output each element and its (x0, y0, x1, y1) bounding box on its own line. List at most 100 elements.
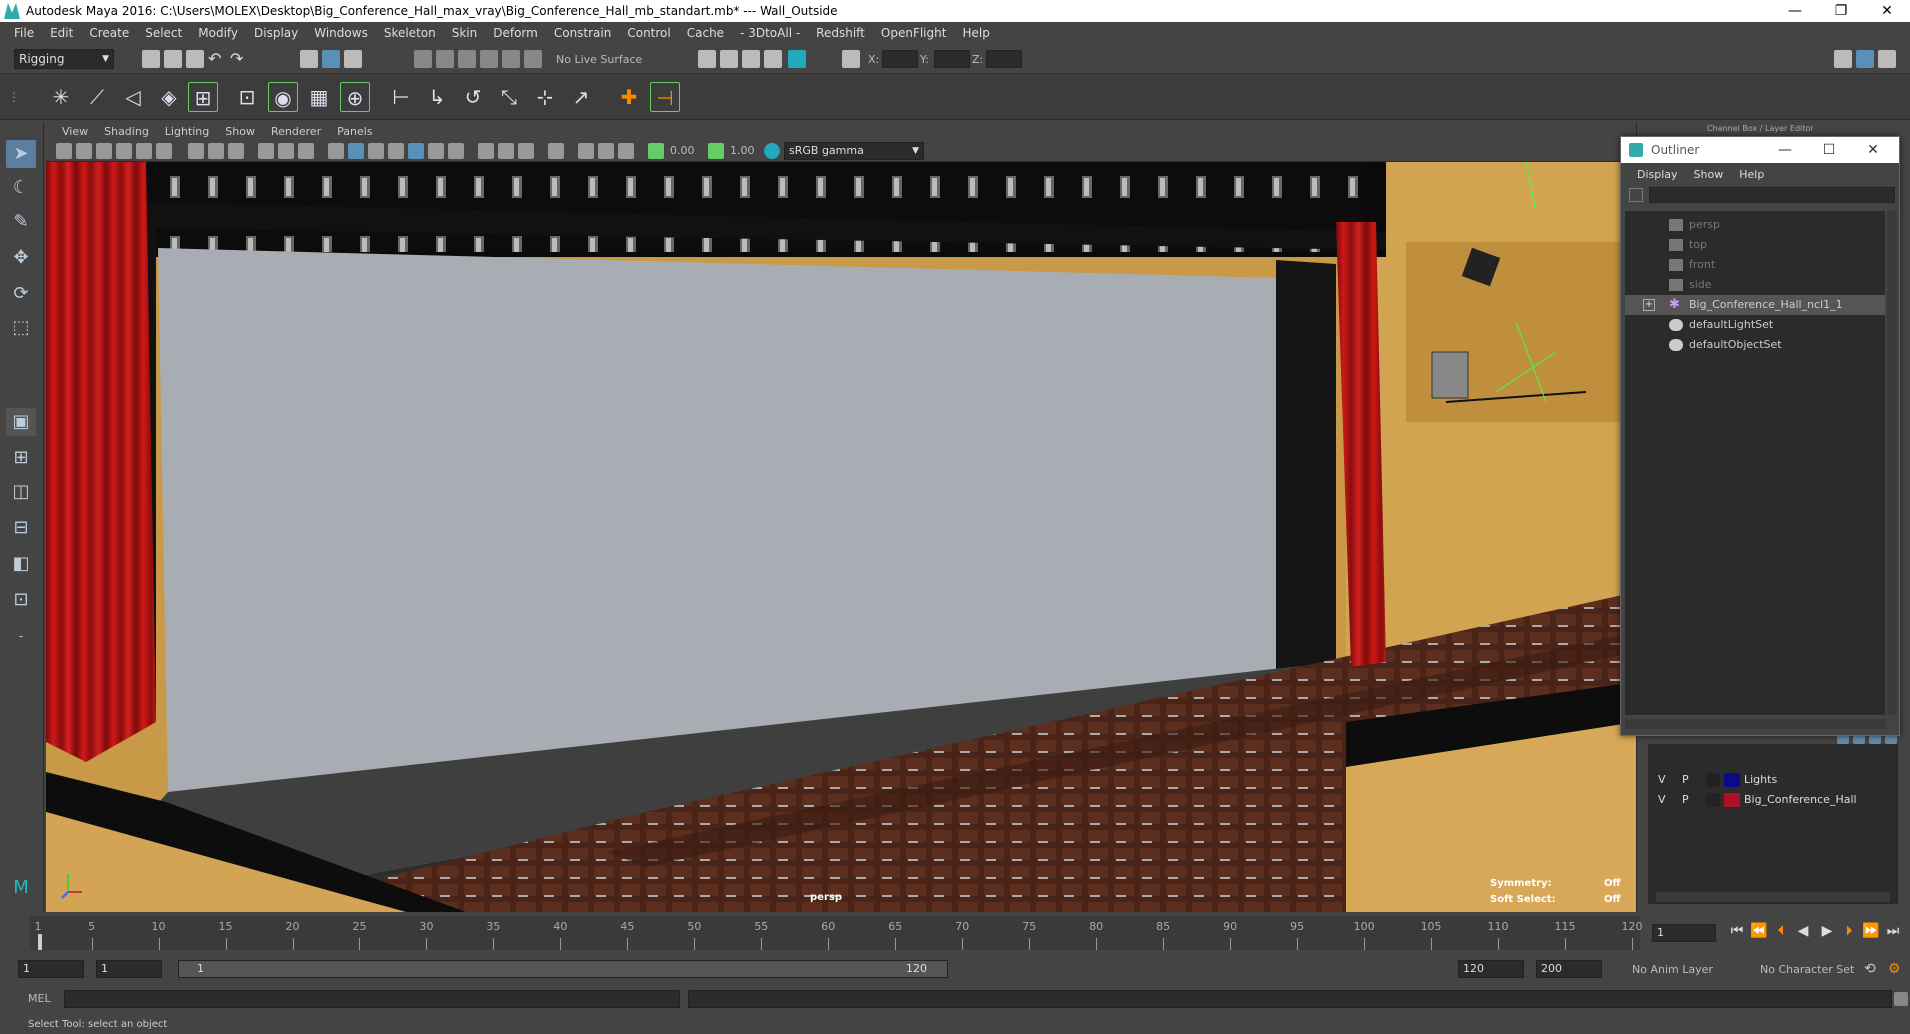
save-scene-icon[interactable] (186, 50, 204, 68)
bookmark-icon[interactable] (96, 143, 112, 159)
outliner-close-button[interactable]: ✕ (1851, 137, 1895, 163)
outliner-menu-help[interactable]: Help (1731, 168, 1772, 181)
outliner-item-front[interactable]: front (1625, 255, 1885, 275)
menu-3dtoall[interactable]: - 3DtoAll - (732, 26, 808, 40)
gate-mask-icon[interactable] (258, 143, 274, 159)
anti-aliasing-icon[interactable] (498, 143, 514, 159)
wireframe-icon[interactable] (328, 143, 344, 159)
lattice-icon[interactable]: ◉ (268, 82, 298, 112)
play-backwards-icon[interactable]: ◀ (1794, 922, 1812, 940)
grease-pencil-icon[interactable] (156, 143, 172, 159)
current-frame-field[interactable]: 1 (1652, 924, 1716, 942)
hypershade-icon[interactable] (788, 50, 806, 68)
layer-color-swatch[interactable] (1724, 793, 1740, 807)
paint-select-icon[interactable]: ✎ (6, 208, 36, 236)
outliner-item-persp[interactable]: persp (1625, 215, 1885, 235)
open-scene-icon[interactable] (164, 50, 182, 68)
snap-grid-icon[interactable] (414, 50, 432, 68)
menu-select[interactable]: Select (137, 26, 190, 40)
snap-vertex-icon[interactable] (524, 50, 542, 68)
outliner-item-top[interactable]: top (1625, 235, 1885, 255)
end-time-field[interactable]: 200 (1536, 960, 1602, 978)
xray-joints-icon[interactable] (598, 143, 614, 159)
menu-redshift[interactable]: Redshift (808, 26, 873, 40)
outliner-minimize-button[interactable]: — (1763, 137, 1807, 163)
scale-tool-icon[interactable]: ⬚ (6, 314, 36, 342)
menu-edit[interactable]: Edit (42, 26, 81, 40)
menu-deform[interactable]: Deform (485, 26, 546, 40)
script-editor-icon[interactable] (1894, 992, 1908, 1006)
use-all-lights-icon[interactable] (408, 143, 424, 159)
depth-of-field-icon[interactable] (518, 143, 534, 159)
hypershade-layout-icon[interactable]: ◧ (6, 550, 36, 578)
select-camera-icon[interactable] (56, 143, 72, 159)
menu-skeleton[interactable]: Skeleton (376, 26, 444, 40)
go-to-end-icon[interactable]: ⏭ (1884, 922, 1902, 940)
render-frame-icon[interactable] (720, 50, 738, 68)
ik-handle-icon[interactable]: ⟋ (82, 82, 112, 112)
menu-skin[interactable]: Skin (444, 26, 486, 40)
persp-outliner-layout-icon[interactable]: ◫ (6, 478, 36, 506)
restore-button[interactable]: ❐ (1818, 0, 1864, 22)
render-view-icon[interactable] (698, 50, 716, 68)
layer-visibility-toggle[interactable]: V (1658, 770, 1666, 790)
playback-start-field[interactable]: 1 (96, 960, 162, 978)
animation-prefs-icon[interactable]: ⚙ (1888, 960, 1906, 978)
vp-menu-panels[interactable]: Panels (329, 125, 380, 138)
outliner-menu-show[interactable]: Show (1686, 168, 1732, 181)
perspective-viewport[interactable]: persp Symmetry: Off Soft Select: Off (46, 162, 1636, 912)
time-slider-track[interactable]: 1 5 10 15 20 25 30 35 40 45 50 55 60 65 70 75 80 85 90 95 10… (30, 916, 1643, 950)
modeling-toolkit-icon[interactable] (1834, 50, 1852, 68)
go-to-start-icon[interactable]: ⏮ (1728, 922, 1746, 940)
outliner-item-default-light-set[interactable]: defaultLightSet (1625, 315, 1885, 335)
play-forwards-icon[interactable]: ▶ (1818, 922, 1836, 940)
grid-icon[interactable] (188, 143, 204, 159)
attribute-editor-icon[interactable] (1856, 50, 1874, 68)
menu-windows[interactable]: Windows (306, 26, 376, 40)
vp-menu-renderer[interactable]: Renderer (263, 125, 329, 138)
resolution-gate-icon[interactable] (228, 143, 244, 159)
wrap-icon[interactable]: ▦ (304, 82, 334, 112)
motion-blur-icon[interactable] (478, 143, 494, 159)
close-button[interactable]: ✕ (1864, 0, 1910, 22)
new-scene-icon[interactable] (142, 50, 160, 68)
camera-attributes-icon[interactable] (76, 143, 92, 159)
expand-icon[interactable]: + (1643, 299, 1655, 311)
start-time-field[interactable]: 1 (18, 960, 84, 978)
current-time-indicator[interactable] (38, 934, 42, 950)
tool-settings-icon[interactable] (1878, 50, 1896, 68)
menu-openflight[interactable]: OpenFlight (873, 26, 955, 40)
select-tool-icon[interactable]: ➤ (6, 140, 36, 168)
snap-point-icon[interactable] (458, 50, 476, 68)
rotate-tool-icon[interactable]: ⟳ (6, 280, 36, 308)
menuset-dropdown[interactable]: Rigging ▼ (14, 49, 114, 69)
parent-constraint-icon[interactable]: ⊢ (386, 82, 416, 112)
menu-control[interactable]: Control (619, 26, 678, 40)
outliner-horizontal-scrollbar[interactable] (1625, 719, 1885, 729)
select-object-icon[interactable] (322, 50, 340, 68)
joint-tool-icon[interactable]: ✳ (46, 82, 76, 112)
four-view-layout-icon[interactable]: ⊞ (6, 444, 36, 472)
redo-icon[interactable]: ↷ (230, 50, 248, 68)
menu-help[interactable]: Help (954, 26, 997, 40)
layer-visibility-toggle[interactable]: V (1658, 790, 1666, 810)
scale-constraint-icon[interactable]: ⤡ (494, 82, 524, 112)
color-management-icon[interactable] (764, 143, 780, 159)
isolate-select-icon[interactable] (548, 143, 564, 159)
color-space-dropdown[interactable]: sRGB gamma ▼ (784, 142, 924, 160)
smooth-shade-icon[interactable] (348, 143, 364, 159)
snap-curve-icon[interactable] (436, 50, 454, 68)
filter-icon[interactable] (1629, 188, 1643, 202)
ipr-render-icon[interactable] (742, 50, 760, 68)
playback-end-field[interactable]: 120 (1458, 960, 1524, 978)
point-constraint-icon[interactable]: ↳ (422, 82, 452, 112)
step-back-icon[interactable]: ⏪ (1750, 922, 1768, 940)
safe-action-icon[interactable] (298, 143, 314, 159)
menu-create[interactable]: Create (81, 26, 137, 40)
locator-icon[interactable]: ✚ (614, 82, 644, 112)
move-tool-icon[interactable]: ✥ (6, 244, 36, 272)
outliner-maximize-button[interactable]: ☐ (1807, 137, 1851, 163)
blend-shape-icon[interactable]: ⊕ (340, 82, 370, 112)
cluster-icon[interactable]: ⊡ (232, 82, 262, 112)
snap-surface-icon[interactable] (502, 50, 520, 68)
